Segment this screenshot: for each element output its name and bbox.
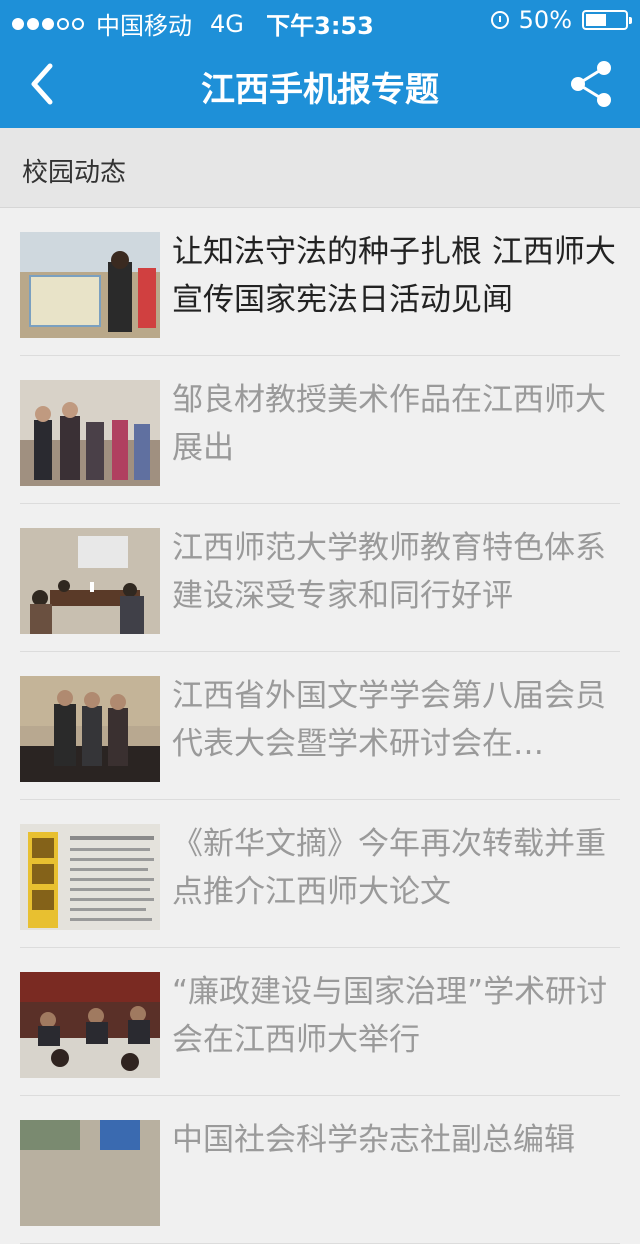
list-item[interactable]: 《新华文摘》今年再次转载并重点推介江西师大论文 (0, 800, 640, 948)
article-title: 中国社会科学杂志社副总编辑 (172, 1122, 575, 1158)
article-thumbnail (20, 528, 160, 634)
nav-bar: 江西手机报专题 (0, 40, 640, 128)
article-title: “廉政建设与国家治理”学术研讨会在江西师大举行 (172, 974, 608, 1058)
article-thumbnail (20, 380, 160, 486)
article-thumbnail (20, 824, 160, 930)
list-item[interactable]: 江西师范大学教师教育特色体系建设深受专家和同行好评 (0, 504, 640, 652)
article-thumbnail (20, 972, 160, 1078)
article-title: 江西省外国文学学会第八届会员代表大会暨学术研讨会在… (172, 678, 606, 762)
section-title: 校园动态 (22, 158, 127, 188)
list-item[interactable]: 江西省外国文学学会第八届会员代表大会暨学术研讨会在… (0, 652, 640, 800)
share-button[interactable] (566, 58, 618, 110)
list-item[interactable]: 让知法守法的种子扎根 江西师大宣传国家宪法日活动见闻 (0, 208, 640, 356)
article-list: 让知法守法的种子扎根 江西师大宣传国家宪法日活动见闻 邹良材教授美术作品在江西师… (0, 208, 640, 1244)
share-icon (571, 61, 611, 107)
article-title: 江西师范大学教师教育特色体系建设深受专家和同行好评 (172, 530, 606, 614)
article-thumbnail (20, 232, 160, 338)
alarm-icon (490, 11, 509, 29)
list-item[interactable]: “廉政建设与国家治理”学术研讨会在江西师大举行 (0, 948, 640, 1096)
section-header: 校园动态 (0, 128, 640, 208)
battery-percent: 50% (518, 6, 572, 34)
article-title: 让知法守法的种子扎根 江西师大宣传国家宪法日活动见闻 (172, 234, 616, 318)
article-title: 《新华文摘》今年再次转载并重点推介江西师大论文 (172, 826, 606, 910)
battery-icon (582, 10, 632, 30)
list-item[interactable]: 中国社会科学杂志社副总编辑 (0, 1096, 640, 1244)
status-right: 50% (490, 6, 632, 34)
article-title: 邹良材教授美术作品在江西师大展出 (172, 382, 606, 466)
article-thumbnail (20, 676, 160, 782)
list-item[interactable]: 邹良材教授美术作品在江西师大展出 (0, 356, 640, 504)
page-title: 江西手机报专题 (201, 70, 439, 110)
status-bar: 中国移动 4G 下午3:53 50% (0, 0, 640, 40)
